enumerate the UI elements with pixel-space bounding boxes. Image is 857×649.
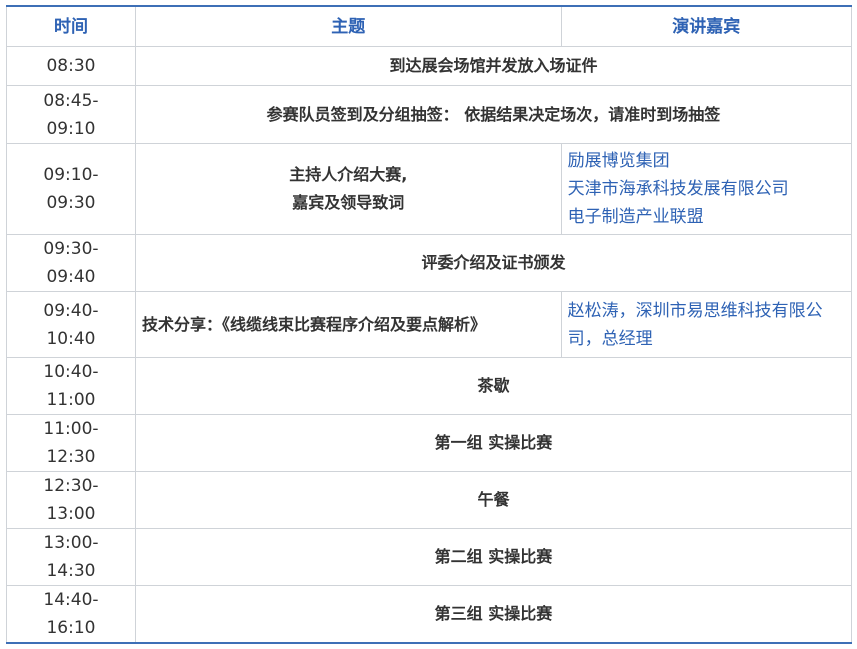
header-topic: 主题 (134, 5, 562, 47)
header-row: 时间 主题 演讲嘉宾 (6, 5, 853, 47)
speaker-cell: 励展博览集团 天津市海承科技发展有限公司 电子制造产业联盟 (560, 143, 853, 235)
agenda-table: 时间 主题 演讲嘉宾 08:30 到达展会场馆并发放入场证件 08:45- 09… (6, 5, 853, 644)
time-end: 09:30 (46, 193, 96, 213)
topic-text: 参赛队员签到及分组抽签： 依据结果决定场次，请准时到场抽签 (266, 104, 721, 124)
topic-text: 到达展会场馆并发放入场证件 (389, 56, 598, 75)
time-end: 13:00 (46, 504, 96, 524)
topic-text: 茶歇 (477, 376, 510, 395)
speaker-line: 赵松涛，深圳市易思维科技有限公 (567, 300, 823, 321)
speaker-line: 励展博览集团 (567, 151, 670, 171)
time-cell: 09:10- 09:30 (6, 143, 136, 235)
time-cell: 08:30 (6, 46, 136, 86)
topic-cell: 到达展会场馆并发放入场证件 (134, 46, 853, 86)
time-end: 11:00 (46, 390, 96, 410)
speaker-line: 天津市海承科技发展有限公司 (567, 179, 789, 199)
topic-cell: 主持人介绍大赛, 嘉宾及领导致词 (134, 143, 562, 235)
table-row: 13:00- 14:30 第二组 实操比赛 (6, 528, 853, 586)
time-start: 08:45- (43, 90, 99, 111)
time-start: 09:10- (43, 165, 99, 185)
topic-text-line1: 主持人介绍大赛, (289, 165, 408, 184)
header-speaker: 演讲嘉宾 (560, 5, 853, 47)
time-cell: 08:45- 09:10 (6, 85, 136, 144)
time-end: 10:40 (46, 328, 96, 349)
topic-text-line2: 嘉宾及领导致词 (292, 193, 405, 212)
time-end: 14:30 (46, 561, 96, 581)
topic-cell: 第二组 实操比赛 (134, 528, 853, 586)
time-start: 10:40- (43, 362, 99, 382)
topic-text: 第一组 实操比赛 (434, 433, 553, 452)
topic-cell: 茶歇 (134, 357, 853, 415)
header-time: 时间 (6, 5, 136, 47)
time-cell: 11:00- 12:30 (6, 414, 136, 472)
time-start: 11:00- (43, 419, 99, 439)
table-row: 14:40- 16:10 第三组 实操比赛 (6, 585, 853, 644)
table-row: 08:30 到达展会场馆并发放入场证件 (6, 46, 853, 86)
time-cell: 09:30- 09:40 (6, 234, 136, 292)
topic-cell: 午餐 (134, 471, 853, 529)
topic-text: 午餐 (477, 490, 510, 509)
table-row: 09:30- 09:40 评委介绍及证书颁发 (6, 234, 853, 292)
table-row: 12:30- 13:00 午餐 (6, 471, 853, 529)
time-end: 09:10 (46, 118, 96, 139)
table-row: 09:40- 10:40 技术分享：《线缆线束比赛程序介绍及要点解析》 赵松涛，… (6, 291, 853, 358)
time-start: 13:00- (43, 533, 99, 553)
topic-text: 评委介绍及证书颁发 (421, 253, 566, 272)
speaker-line: 电子制造产业联盟 (567, 207, 704, 227)
topic-cell: 评委介绍及证书颁发 (134, 234, 853, 292)
topic-cell: 技术分享：《线缆线束比赛程序介绍及要点解析》 (134, 291, 562, 358)
time-start: 14:40- (43, 590, 99, 610)
time-start: 09:30- (43, 239, 99, 259)
time-cell: 14:40- 16:10 (6, 585, 136, 644)
time-cell: 09:40- 10:40 (6, 291, 136, 358)
table-row: 11:00- 12:30 第一组 实操比赛 (6, 414, 853, 472)
speaker-line: 司，总经理 (567, 328, 653, 349)
speaker-cell: 赵松涛，深圳市易思维科技有限公 司，总经理 (560, 291, 853, 358)
time-end: 12:30 (46, 447, 96, 467)
time-start: 12:30- (43, 476, 99, 496)
topic-text: 第二组 实操比赛 (434, 547, 553, 566)
time-end: 16:10 (46, 618, 96, 638)
topic-text: 第三组 实操比赛 (434, 604, 553, 623)
time-cell: 10:40- 11:00 (6, 357, 136, 415)
time-cell: 13:00- 14:30 (6, 528, 136, 586)
agenda-page: 时间 主题 演讲嘉宾 08:30 到达展会场馆并发放入场证件 08:45- 09… (0, 0, 857, 649)
topic-cell: 第一组 实操比赛 (134, 414, 853, 472)
table-row: 08:45- 09:10 参赛队员签到及分组抽签： 依据结果决定场次，请准时到场… (6, 85, 853, 144)
time-end: 09:40 (46, 267, 96, 287)
topic-text: 技术分享：《线缆线束比赛程序介绍及要点解析》 (141, 314, 486, 334)
time-cell: 12:30- 13:00 (6, 471, 136, 529)
time-text: 08:30 (46, 56, 96, 76)
table-row: 09:10- 09:30 主持人介绍大赛, 嘉宾及领导致词 励展博览集团 天津市… (6, 143, 853, 235)
time-start: 09:40- (43, 300, 99, 321)
table-row: 10:40- 11:00 茶歇 (6, 357, 853, 415)
topic-cell: 参赛队员签到及分组抽签： 依据结果决定场次，请准时到场抽签 (134, 85, 853, 144)
topic-cell: 第三组 实操比赛 (134, 585, 853, 644)
